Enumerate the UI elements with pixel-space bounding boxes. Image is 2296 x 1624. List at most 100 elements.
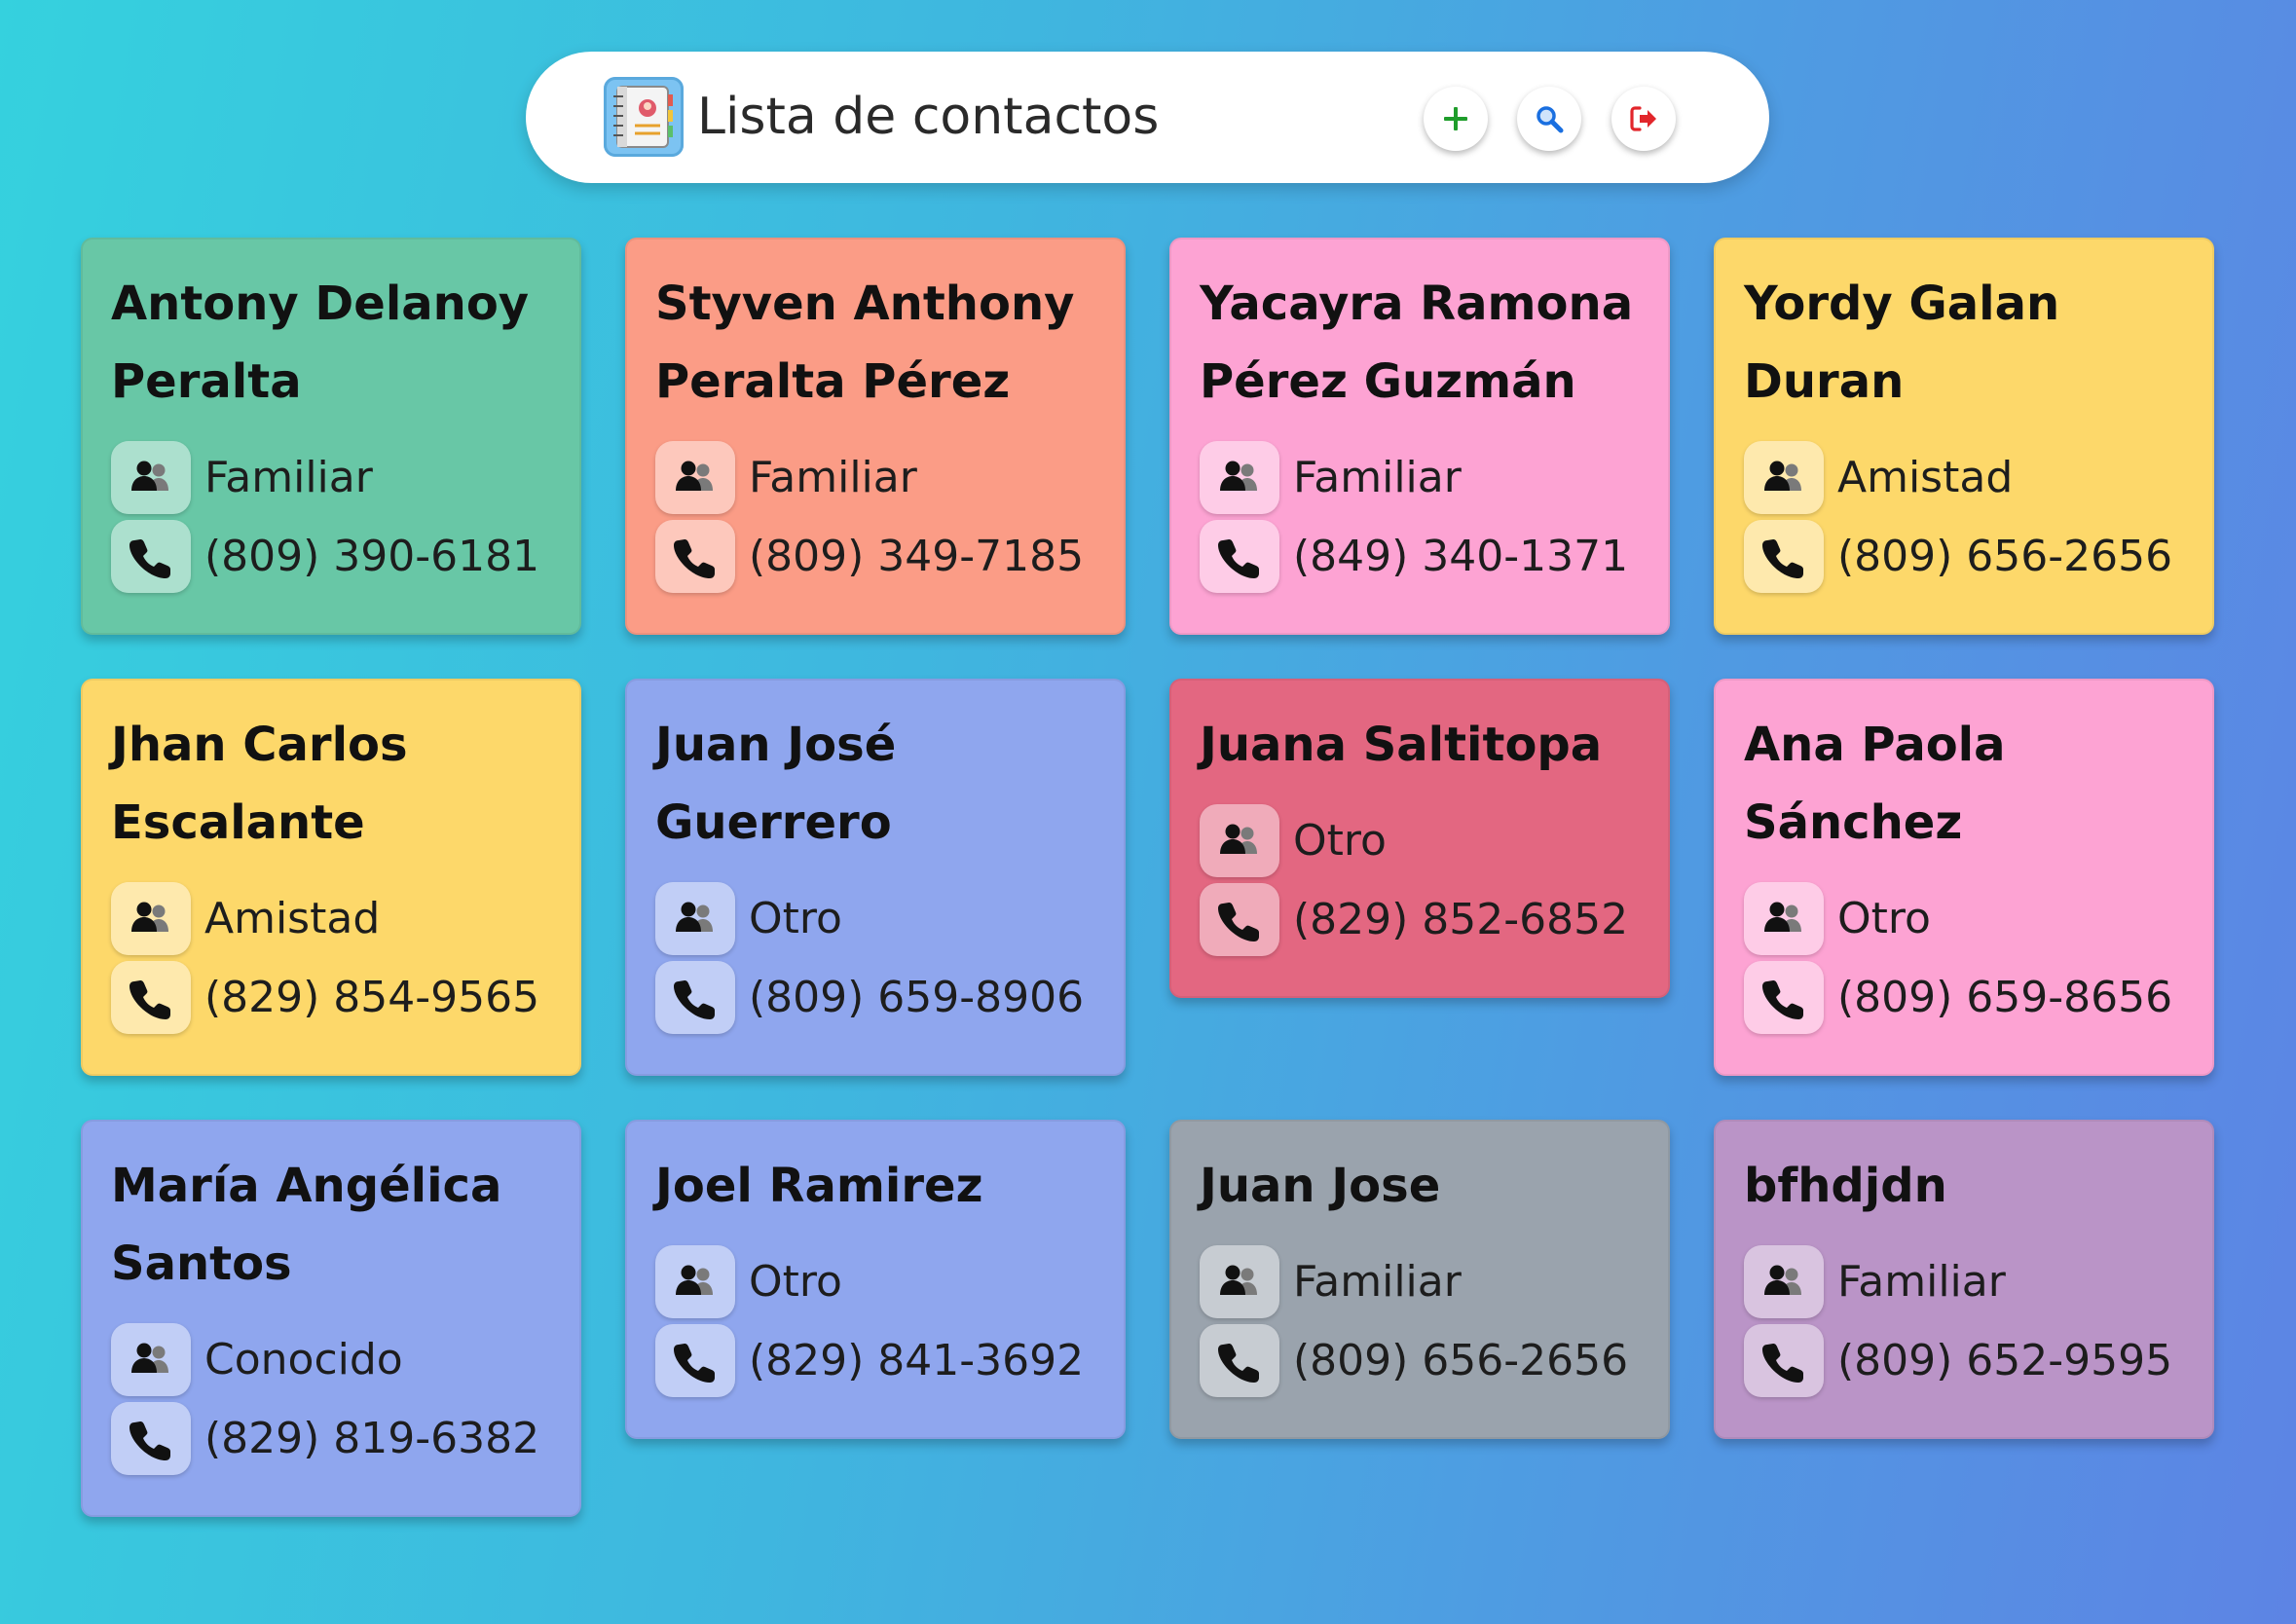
people-icon [676, 1265, 713, 1295]
phone-row: (809) 659-8906 [655, 958, 1098, 1037]
relation-row: Familiar [111, 438, 554, 517]
contact-phone: (829) 852-6852 [1293, 895, 1629, 944]
people-icon [1764, 902, 1801, 932]
contact-card[interactable]: Yacayra Ramona Pérez Guzmán Familiar (84… [1169, 238, 1670, 635]
phone-icon [1762, 538, 1803, 578]
relation-row: Amistad [111, 879, 554, 958]
relation-icon-tile [655, 441, 735, 514]
page-title: Lista de contactos [697, 88, 1160, 146]
relation-icon-tile [655, 1245, 735, 1318]
phone-icon [130, 1421, 170, 1460]
plus-icon [1444, 107, 1467, 130]
contact-name: María Angélica Santos [111, 1159, 502, 1291]
phone-icon [1218, 1343, 1259, 1383]
phone-row: (829) 819-6382 [111, 1399, 554, 1478]
phone-row: (809) 656-2656 [1744, 517, 2187, 596]
phone-row: (809) 659-8656 [1744, 958, 2187, 1037]
relation-row: Otro [1200, 801, 1643, 880]
phone-row: (829) 852-6852 [1200, 880, 1643, 959]
contact-card[interactable]: Juan Jose Familiar (809) 656-2656 [1169, 1120, 1670, 1439]
contact-phone: (809) 652-9595 [1837, 1336, 2173, 1385]
contact-card[interactable]: Ana Paola Sánchez Otro (809) 659-8656 [1714, 679, 2214, 1076]
logout-button[interactable] [1611, 87, 1676, 151]
people-icon [1220, 1265, 1257, 1295]
contact-card[interactable]: Jhan Carlos Escalante Amistad (829) 854-… [81, 679, 581, 1076]
people-icon [1764, 1265, 1801, 1295]
relation-icon-tile [1200, 1245, 1279, 1318]
relation-row: Familiar [655, 438, 1098, 517]
contact-relation: Familiar [204, 453, 373, 502]
relation-icon-tile [111, 441, 191, 514]
contact-card[interactable]: Yordy Galan Duran Amistad (809) 656-2656 [1714, 238, 2214, 635]
contact-phone: (809) 656-2656 [1837, 532, 2173, 581]
phone-icon-tile [1200, 883, 1279, 956]
contact-grid: Antony Delanoy Peralta Familiar (809) 39… [81, 238, 2215, 1517]
relation-icon-tile [111, 1323, 191, 1396]
contact-relation: Amistad [1837, 453, 2014, 502]
add-contact-button[interactable] [1424, 87, 1488, 151]
phone-row: (829) 854-9565 [111, 958, 554, 1037]
phone-icon-tile [1744, 1324, 1824, 1397]
relation-row: Familiar [1200, 1242, 1643, 1321]
contact-name: Styven Anthony Peralta Pérez [655, 277, 1075, 409]
relation-row: Familiar [1200, 438, 1643, 517]
contact-relation: Amistad [204, 894, 381, 943]
relation-icon-tile [1744, 1245, 1824, 1318]
header-bar: Lista de contactos [526, 52, 1769, 183]
search-button[interactable] [1517, 87, 1581, 151]
contact-card[interactable]: Antony Delanoy Peralta Familiar (809) 39… [81, 238, 581, 635]
contact-relation: Otro [1837, 894, 1931, 943]
contact-card[interactable]: Juan José Guerrero Otro (809) 659-8906 [625, 679, 1126, 1076]
search-icon [1537, 106, 1564, 133]
contact-name: Juana Saltitopa [1200, 718, 1603, 772]
contact-phone: (809) 659-8906 [749, 973, 1085, 1022]
phone-icon-tile [655, 961, 735, 1034]
contact-name: Ana Paola Sánchez [1744, 718, 2006, 850]
relation-row: Otro [655, 879, 1098, 958]
phone-icon [674, 538, 715, 578]
people-icon [131, 1343, 168, 1373]
contact-card[interactable]: Styven Anthony Peralta Pérez Familiar (8… [625, 238, 1126, 635]
contact-phone: (849) 340-1371 [1293, 532, 1629, 581]
contact-name: Antony Delanoy Peralta [111, 277, 530, 409]
people-icon [1220, 461, 1257, 491]
phone-icon-tile [1744, 961, 1824, 1034]
phone-icon-tile [111, 520, 191, 593]
phone-icon-tile [655, 520, 735, 593]
contact-name: Jhan Carlos Escalante [111, 718, 408, 850]
sign-out-icon [1630, 106, 1656, 131]
contact-name: Juan José Guerrero [655, 718, 897, 850]
contact-relation: Familiar [1293, 1257, 1462, 1307]
contact-phone: (829) 819-6382 [204, 1414, 540, 1463]
contact-name: Yordy Galan Duran [1744, 277, 2060, 409]
phone-icon [130, 538, 170, 578]
phone-row: (809) 656-2656 [1200, 1321, 1643, 1400]
contact-card[interactable]: bfhdjdn Familiar (809) 652-9595 [1714, 1120, 2214, 1439]
phone-icon-tile [111, 961, 191, 1034]
phone-row: (809) 390-6181 [111, 517, 554, 596]
relation-icon-tile [655, 882, 735, 955]
contact-card[interactable]: Juana Saltitopa Otro (829) 852-6852 [1169, 679, 1670, 998]
relation-row: Amistad [1744, 438, 2187, 517]
phone-icon-tile [1200, 1324, 1279, 1397]
relation-row: Familiar [1744, 1242, 2187, 1321]
contact-relation: Otro [749, 894, 842, 943]
contact-name: Juan Jose [1200, 1159, 1441, 1213]
relation-icon-tile [111, 882, 191, 955]
people-icon [1764, 461, 1801, 491]
contact-card[interactable]: Joel Ramirez Otro (829) 841-3692 [625, 1120, 1126, 1439]
phone-row: (829) 841-3692 [655, 1321, 1098, 1400]
contact-relation: Otro [1293, 816, 1387, 866]
contact-relation: Familiar [1837, 1257, 2006, 1307]
phone-row: (849) 340-1371 [1200, 517, 1643, 596]
phone-icon-tile [1744, 520, 1824, 593]
relation-icon-tile [1744, 441, 1824, 514]
phone-icon-tile [655, 1324, 735, 1397]
people-icon [131, 461, 168, 491]
phone-icon [1218, 538, 1259, 578]
people-icon [676, 902, 713, 932]
contact-phone: (829) 841-3692 [749, 1336, 1085, 1385]
contact-card[interactable]: María Angélica Santos Conocido (829) 819… [81, 1120, 581, 1517]
contact-relation: Familiar [749, 453, 917, 502]
relation-icon-tile [1200, 804, 1279, 877]
